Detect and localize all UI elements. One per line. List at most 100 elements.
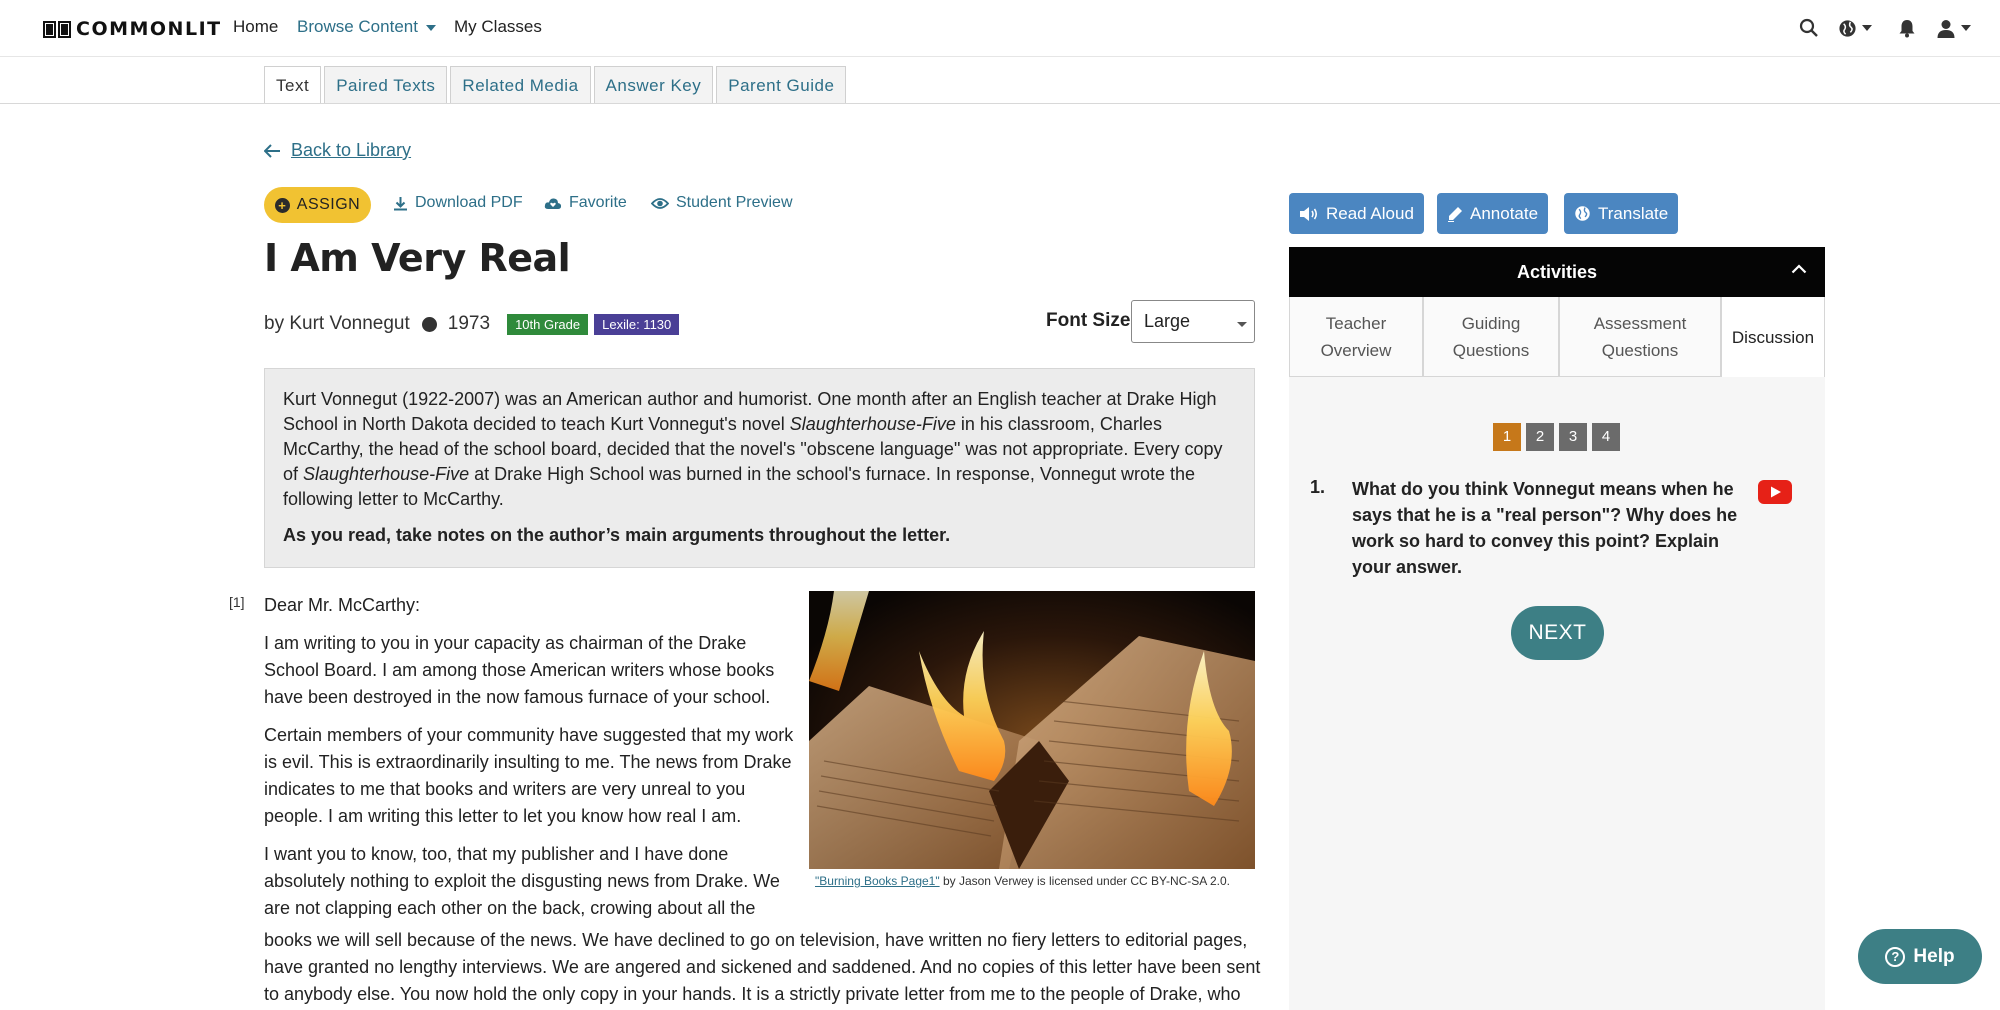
- tabs-divider: [0, 103, 2000, 104]
- read-aloud-button[interactable]: Read Aloud: [1289, 193, 1424, 234]
- tab-label-line: Teacher: [1325, 313, 1387, 333]
- question-pager: 1 2 3 4: [1493, 423, 1625, 451]
- top-navbar: COMMONLIT Home Browse Content My Classes: [0, 0, 2000, 57]
- lexile-badge: Lexile: 1130: [594, 313, 680, 335]
- heart-cloud-icon: [544, 197, 562, 209]
- letter-paragraph-continued: books we will sell because of the news. …: [264, 930, 1261, 1004]
- browse-content-label: Browse Content: [297, 17, 418, 36]
- activity-content: [1289, 377, 1825, 1010]
- student-preview-label: Student Preview: [676, 194, 793, 211]
- user-menu[interactable]: [1937, 17, 1971, 39]
- question-circle-icon: ?: [1885, 946, 1906, 967]
- question-number: 1.: [1310, 477, 1326, 497]
- tab-label-line: Assessment: [1593, 313, 1687, 333]
- help-label: Help: [1913, 945, 1955, 967]
- help-button[interactable]: ? Help: [1858, 929, 1982, 984]
- tab-label-line: Questions: [1601, 340, 1679, 360]
- byline: by Kurt Vonnegut 1973 10th Grade Lexile:…: [264, 313, 680, 335]
- page-button-4[interactable]: 4: [1592, 423, 1620, 451]
- reading-note: As you read, take notes on the author’s …: [283, 525, 951, 545]
- favorite-label: Favorite: [569, 194, 627, 211]
- burning-books-image: [809, 591, 1255, 869]
- letter-body-wide: books we will sell because of the news. …: [264, 927, 1264, 1010]
- eye-icon: [651, 197, 669, 209]
- intro-paragraph: Kurt Vonnegut (1922-2007) was an America…: [283, 387, 1236, 512]
- tab-text[interactable]: Text: [264, 66, 322, 104]
- activity-tabs: Teacher Overview Guiding Questions Assessm…: [1289, 297, 1825, 377]
- logo-text: COMMONLIT: [76, 18, 222, 40]
- page-button-3[interactable]: 3: [1559, 423, 1587, 451]
- user-icon: [1937, 19, 1955, 38]
- author-byline: by Kurt Vonnegut: [264, 313, 410, 334]
- tab-parent-guide[interactable]: Parent Guide: [716, 66, 847, 104]
- tab-related-media[interactable]: Related Media: [450, 66, 591, 104]
- globe-icon: [1575, 206, 1590, 221]
- font-size-select[interactable]: Large: [1131, 300, 1255, 343]
- grade-badge: 10th Grade: [507, 313, 589, 335]
- nav-home-link[interactable]: Home: [233, 17, 278, 37]
- nav-browse-content[interactable]: Browse Content: [297, 17, 436, 37]
- tab-teacher-overview[interactable]: Teacher Overview: [1289, 297, 1423, 377]
- text-title: I Am Very Real: [264, 236, 571, 280]
- back-to-library-label: Back to Library: [291, 140, 412, 160]
- separator-dot: [421, 316, 437, 332]
- tab-label-line: Questions: [1452, 340, 1530, 360]
- letter-salutation: Dear Mr. McCarthy:: [264, 595, 421, 615]
- letter-paragraph: I want you to know, too, that my publish…: [264, 844, 780, 918]
- discussion-question: What do you think Vonnegut means when he…: [1352, 479, 1738, 577]
- plus-circle-icon: +: [274, 197, 290, 213]
- chevron-down-icon: [1862, 25, 1872, 31]
- book-title-italic: Slaughterhouse-Five: [789, 414, 956, 434]
- activities-title: Activities: [1516, 262, 1598, 282]
- image-caption: "Burning Books Page1" by Jason Verwey is…: [815, 874, 1230, 888]
- tab-label-line: Discussion: [1731, 327, 1815, 347]
- page-button-1[interactable]: 1: [1493, 423, 1521, 451]
- chevron-down-icon: [1961, 25, 1971, 31]
- book-title-italic: Slaughterhouse-Five: [303, 464, 470, 484]
- page-button-2[interactable]: 2: [1526, 423, 1554, 451]
- download-icon: [394, 196, 407, 210]
- annotate-button[interactable]: Annotate: [1437, 193, 1549, 234]
- tab-guiding-questions[interactable]: Guiding Questions: [1423, 297, 1559, 377]
- nav-my-classes-link[interactable]: My Classes: [454, 17, 542, 37]
- tab-paired-texts[interactable]: Paired Texts: [324, 66, 448, 104]
- content-tabs: Text Paired Texts Related Media Answer K…: [264, 66, 849, 104]
- select-caret-icon: [1237, 322, 1247, 327]
- letter-paragraph: Certain members of your community have s…: [264, 725, 794, 826]
- download-pdf-link[interactable]: Download PDF: [393, 194, 523, 212]
- font-size-label: Font Size: [1046, 310, 1131, 331]
- read-aloud-label: Read Aloud: [1326, 203, 1414, 223]
- book-logo-icon: [43, 21, 71, 38]
- next-button[interactable]: NEXT: [1511, 606, 1604, 660]
- chevron-down-icon: [425, 24, 436, 31]
- assign-button[interactable]: + ASSIGN: [264, 187, 371, 223]
- image-credit-link[interactable]: "Burning Books Page1": [815, 874, 940, 888]
- download-pdf-label: Download PDF: [415, 194, 523, 211]
- back-to-library-link[interactable]: Back to Library: [264, 140, 411, 161]
- tab-discussion[interactable]: Discussion: [1721, 297, 1825, 377]
- language-menu[interactable]: [1838, 17, 1872, 39]
- arrow-left-icon: [264, 143, 280, 158]
- font-size-selected: Large: [1144, 311, 1191, 331]
- paragraph-number: [1]: [229, 594, 245, 610]
- letter-body-narrow: Dear Mr. McCarthy: I am writing to you i…: [264, 592, 804, 922]
- tab-assessment-questions[interactable]: Assessment Questions: [1559, 297, 1721, 377]
- search-icon[interactable]: [1799, 17, 1819, 39]
- commonlit-logo[interactable]: COMMONLIT: [42, 17, 222, 41]
- favorite-link[interactable]: Favorite: [544, 194, 627, 212]
- highlighter-icon: [1448, 206, 1462, 222]
- translate-label: Translate: [1598, 203, 1669, 223]
- speaker-icon: [1300, 206, 1318, 221]
- youtube-icon[interactable]: [1758, 480, 1792, 509]
- image-credit-text: by Jason Verwey is licensed under CC BY-…: [939, 874, 1230, 888]
- text-introduction: Kurt Vonnegut (1922-2007) was an America…: [264, 368, 1255, 568]
- publication-year: 1973: [447, 313, 491, 334]
- tab-answer-key[interactable]: Answer Key: [593, 66, 714, 104]
- activities-header[interactable]: Activities: [1289, 247, 1825, 297]
- student-preview-link[interactable]: Student Preview: [651, 194, 793, 212]
- chevron-up-icon: [1791, 264, 1807, 274]
- tab-label-line: Guiding: [1461, 313, 1521, 333]
- tab-label-line: Overview: [1320, 340, 1392, 360]
- translate-button[interactable]: Translate: [1564, 193, 1679, 234]
- notifications-bell-icon[interactable]: [1898, 17, 1916, 39]
